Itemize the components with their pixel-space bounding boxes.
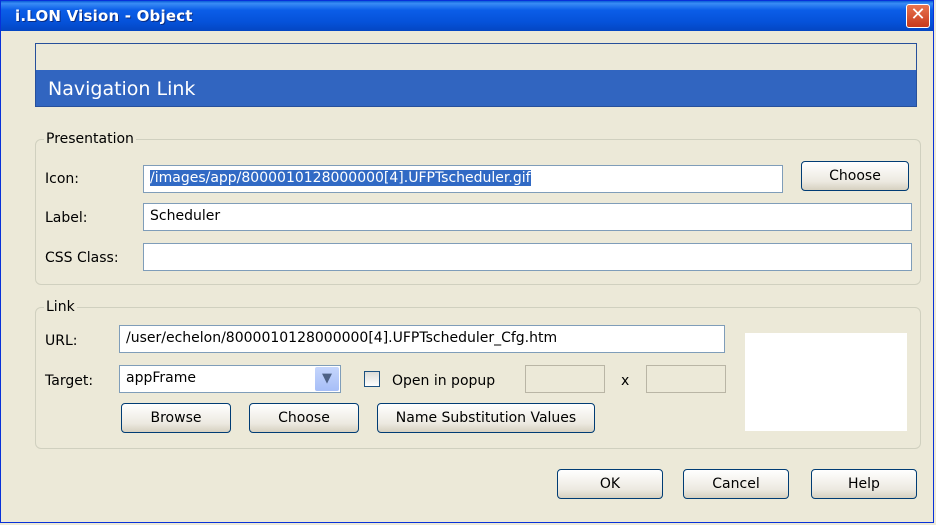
icon-choose-button[interactable]: Choose (801, 161, 909, 191)
popup-height-field[interactable] (646, 365, 726, 393)
dialog-window: i.LON Vision - Object ✕ Navigation Link … (0, 0, 934, 523)
window-title: i.LON Vision - Object (15, 7, 193, 25)
label-label: Label: (45, 210, 88, 226)
section-header: Navigation Link (35, 43, 917, 107)
url-label: URL: (45, 333, 78, 349)
css-class-field[interactable] (143, 243, 912, 271)
cancel-button[interactable]: Cancel (683, 469, 789, 499)
target-value: appFrame (126, 370, 196, 386)
link-choose-button[interactable]: Choose (249, 403, 359, 433)
icon-preview (745, 333, 907, 431)
popup-x-label: x (621, 373, 630, 389)
open-in-popup-label: Open in popup (392, 373, 496, 389)
target-select[interactable]: appFrame ▼ (119, 365, 341, 393)
icon-label: Icon: (45, 171, 79, 187)
chevron-down-icon[interactable]: ▼ (315, 367, 339, 391)
help-button[interactable]: Help (811, 469, 917, 499)
close-icon: ✕ (910, 4, 926, 25)
close-button[interactable]: ✕ (906, 4, 930, 28)
icon-field[interactable]: /images/app/8000010128000000[4].UFPTsche… (143, 165, 783, 193)
url-field[interactable]: /user/echelon/8000010128000000[4].UFPTsc… (119, 325, 725, 353)
css-class-label: CSS Class: (45, 250, 119, 266)
link-legend: Link (44, 299, 77, 315)
title-bar: i.LON Vision - Object ✕ (1, 1, 933, 31)
browse-button[interactable]: Browse (121, 403, 231, 433)
icon-value: /images/app/8000010128000000[4].UFPTsche… (150, 170, 531, 186)
popup-width-field[interactable] (525, 365, 605, 393)
name-substitution-button[interactable]: Name Substitution Values (377, 403, 595, 433)
presentation-legend: Presentation (44, 131, 136, 147)
open-in-popup-checkbox[interactable] (364, 371, 380, 387)
header-title: Navigation Link (48, 78, 196, 100)
label-field[interactable]: Scheduler (143, 203, 912, 231)
target-label: Target: (45, 373, 94, 389)
ok-button[interactable]: OK (557, 469, 663, 499)
